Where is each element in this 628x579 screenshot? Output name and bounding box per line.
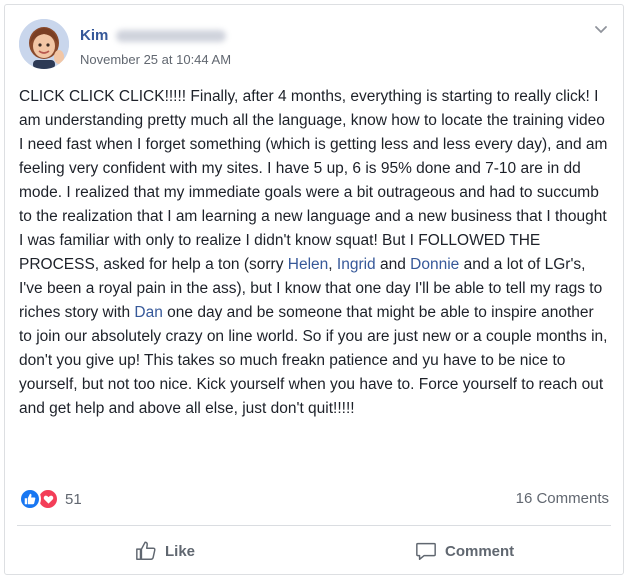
memoji-avatar-icon — [19, 19, 69, 69]
post-body-text-1: CLICK CLICK CLICK!!!!! Finally, after 4 … — [19, 88, 608, 273]
mention-link[interactable]: Helen — [288, 256, 329, 273]
post-body: CLICK CLICK CLICK!!!!! Finally, after 4 … — [19, 85, 609, 421]
reactions-summary[interactable]: 51 — [19, 488, 82, 510]
post-timestamp[interactable]: November 25 at 10:44 AM — [80, 52, 231, 67]
comment-count-link[interactable]: 16 Comments — [516, 490, 609, 507]
mention-link[interactable]: Dan — [134, 304, 162, 321]
post-options-chevron-icon[interactable] — [593, 21, 609, 37]
comment-button-label: Comment — [445, 542, 515, 560]
like-button-label: Like — [165, 542, 196, 560]
mention-link[interactable]: Ingrid — [337, 256, 376, 273]
comment-button[interactable]: Comment — [415, 535, 514, 567]
action-bar-divider — [17, 525, 611, 526]
like-reaction-icon — [19, 488, 41, 510]
author-avatar[interactable] — [19, 19, 69, 69]
redacted-surname-blur — [116, 30, 227, 43]
post-body-separator: , — [328, 256, 337, 273]
author-name-row[interactable]: Kim — [80, 27, 227, 44]
speech-bubble-icon — [416, 542, 436, 560]
post-body-separator: and — [375, 256, 411, 273]
mention-link[interactable]: Donnie — [410, 256, 459, 273]
like-button[interactable]: Like — [135, 535, 195, 567]
author-name[interactable]: Kim — [80, 27, 108, 44]
post-card: Kim November 25 at 10:44 AM CLICK CLICK … — [4, 4, 624, 575]
thumbs-up-icon — [136, 541, 156, 560]
reaction-count[interactable]: 51 — [65, 491, 82, 508]
